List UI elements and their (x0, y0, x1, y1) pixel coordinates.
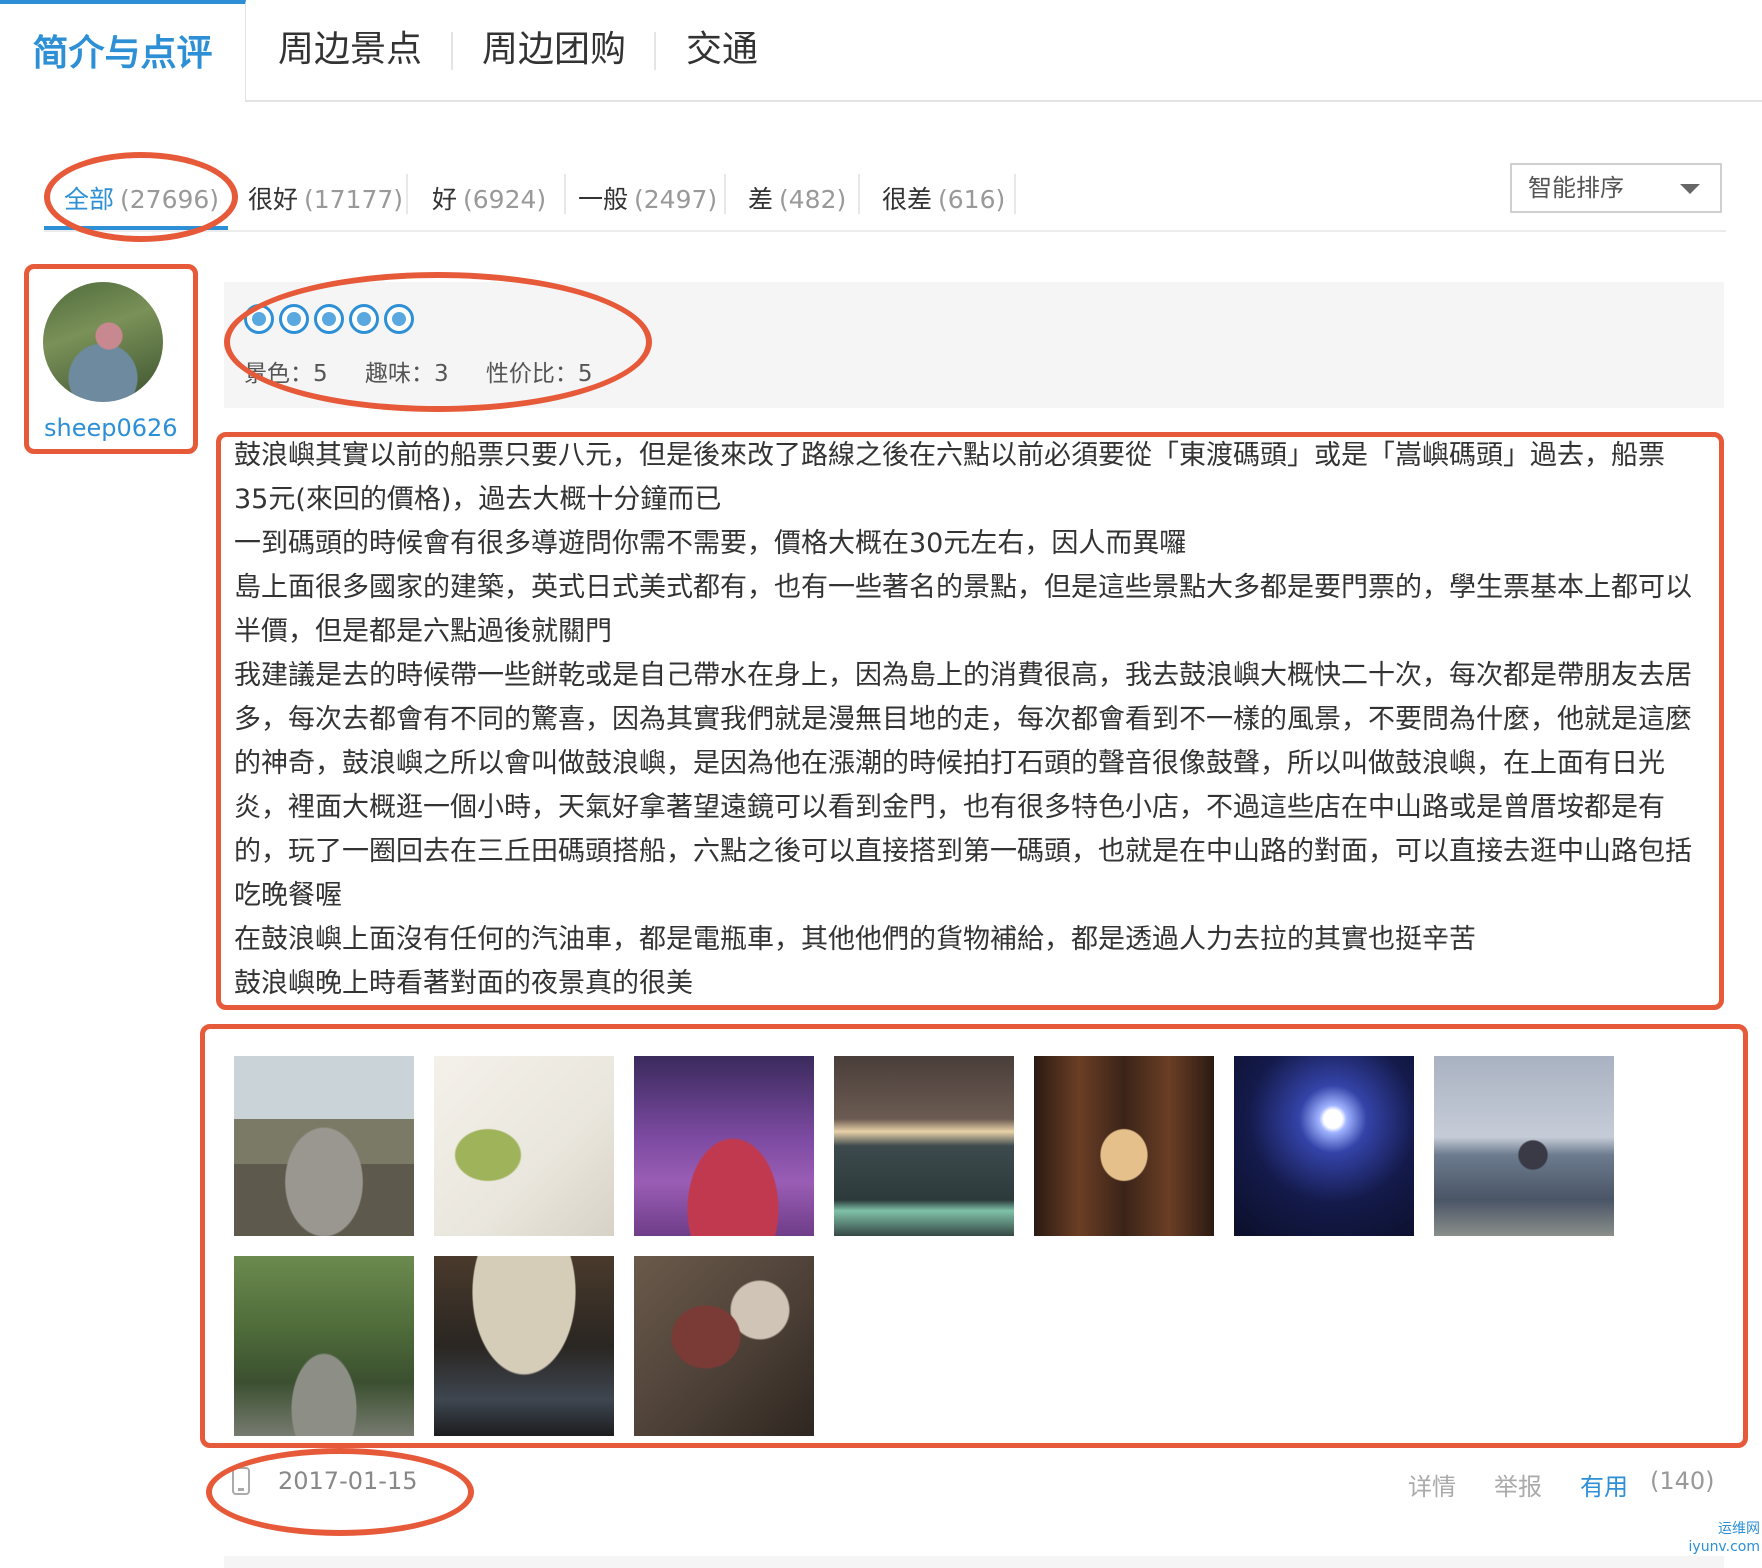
detail-link[interactable]: 详情 (1408, 1467, 1456, 1502)
tab-transport[interactable]: 交通 (686, 0, 758, 102)
filter-good[interactable]: 好 (6924) (432, 180, 546, 216)
filter-average[interactable]: 一般 (2497) (578, 180, 717, 216)
tab-divider (654, 32, 656, 70)
rating-summary: 景色：5 趣味：3 性价比：5 (224, 282, 1724, 408)
filter-divider (724, 174, 726, 214)
useful-button[interactable]: 有用 (1580, 1467, 1628, 1502)
star-icon (384, 304, 414, 334)
filter-very-bad[interactable]: 很差 (616) (882, 180, 1005, 216)
tab-nearby-attractions[interactable]: 周边景点 (278, 0, 422, 102)
review-paragraph: 鼓浪嶼其實以前的船票只要八元，但是後來改了路線之後在六點以前必須要從「東渡碼頭」… (234, 440, 1665, 515)
filter-very-good[interactable]: 很好 (17177) (248, 180, 403, 216)
tab-intro-reviews[interactable]: 简介与点评 (0, 0, 246, 102)
next-review-strip (224, 1556, 1724, 1568)
filter-all[interactable]: 全部 (27696) (64, 180, 219, 216)
tab-nearby-deals[interactable]: 周边团购 (482, 0, 626, 102)
review-photo-thumbnail[interactable] (1434, 1056, 1614, 1236)
review-paragraph: 我建議是去的時候帶一些餅乾或是自己帶水在身上，因為島上的消費很高，我去鼓浪嶼大概… (234, 660, 1692, 911)
filter-divider (564, 174, 566, 214)
chevron-down-icon (1680, 184, 1700, 194)
review-photo-thumbnail[interactable] (234, 1256, 414, 1436)
sort-dropdown[interactable]: 智能排序 (1510, 163, 1722, 213)
sort-label: 智能排序 (1528, 174, 1624, 202)
star-icon (244, 304, 274, 334)
review-paragraph: 鼓浪嶼晚上時看著對面的夜景真的很美 (234, 968, 693, 999)
review-paragraph: 在鼓浪嶼上面沒有任何的汽油車，都是電瓶車，其他他們的貨物補給，都是透過人力去拉的… (234, 924, 1476, 955)
review-body: 鼓浪嶼其實以前的船票只要八元，但是後來改了路線之後在六點以前必須要從「東渡碼頭」… (234, 434, 1694, 1006)
score-fun: 趣味：3 (364, 361, 449, 387)
review-date: 2017-01-15 (278, 1467, 418, 1495)
username-link[interactable]: sheep0626 (44, 414, 178, 442)
avatar[interactable] (43, 282, 163, 402)
filter-bad[interactable]: 差 (482) (748, 180, 846, 216)
filter-active-underline (44, 226, 228, 230)
filter-baseline (44, 230, 1726, 232)
filter-divider (858, 174, 860, 214)
review-photo-thumbnail[interactable] (234, 1056, 414, 1236)
watermark-line: 运维网 (1718, 1521, 1760, 1537)
useful-count: (140) (1650, 1467, 1715, 1495)
review-photo-thumbnail[interactable] (1234, 1056, 1414, 1236)
review-paragraph: 島上面很多國家的建築，英式日式美式都有，也有一些著名的景點，但是這些景點大多都是… (234, 572, 1692, 647)
mobile-phone-icon (232, 1467, 250, 1495)
review-photo-thumbnail[interactable] (434, 1256, 614, 1436)
filter-divider (406, 174, 408, 214)
sub-scores: 景色：5 趣味：3 性价比：5 (244, 354, 623, 388)
filter-divider (1014, 174, 1016, 214)
top-tab-bar: 简介与点评 周边景点 周边团购 交通 (0, 0, 1762, 102)
star-rating (244, 304, 419, 334)
star-icon (314, 304, 344, 334)
rating-filter-bar: 全部 (27696) 很好 (17177) 好 (6924) 一般 (2497) 差 (4… (44, 168, 1726, 232)
review-photo-thumbnail[interactable] (834, 1056, 1014, 1236)
review-paragraph: 一到碼頭的時候會有很多導遊問你需不需要，價格大概在30元左右，因人而異囉 (234, 528, 1187, 559)
watermark-line: iyunv.com (1688, 1539, 1760, 1555)
review-photo-thumbnail[interactable] (434, 1056, 614, 1236)
score-scenery: 景色：5 (244, 361, 328, 387)
report-link[interactable]: 举报 (1494, 1467, 1542, 1502)
review-photo-thumbnail[interactable] (634, 1056, 814, 1236)
star-icon (279, 304, 309, 334)
score-value: 性价比：5 (485, 361, 593, 387)
star-icon (349, 304, 379, 334)
review-photo-thumbnail[interactable] (634, 1256, 814, 1436)
review-photo-thumbnail[interactable] (1034, 1056, 1214, 1236)
tab-baseline (0, 100, 1762, 102)
tab-divider (451, 32, 453, 70)
